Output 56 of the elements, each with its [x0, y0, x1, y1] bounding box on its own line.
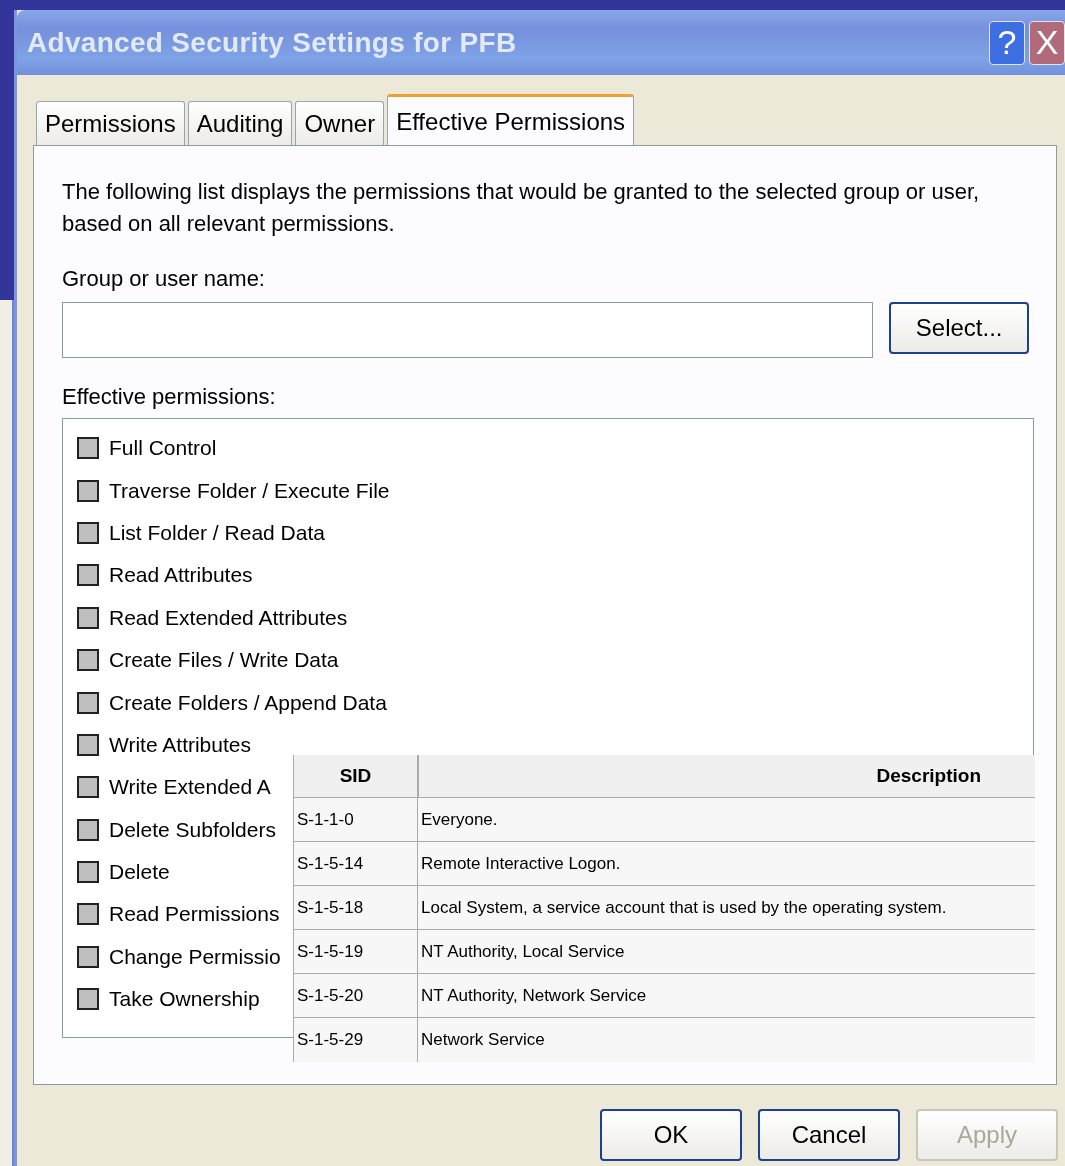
- table-cell: NT Authority, Network Service: [418, 974, 1035, 1018]
- group-label: Group or user name:: [62, 266, 266, 292]
- checkbox[interactable]: [77, 691, 99, 714]
- permission-label: Write Attributes: [109, 732, 251, 757]
- column-header: Description: [418, 755, 1035, 798]
- dialog-button[interactable]: Cancel: [758, 1109, 900, 1161]
- table-cell: Everyone.: [418, 798, 1035, 842]
- table-cell: Remote Interactive Logon.: [418, 842, 1035, 886]
- permission-label: Change Permissio: [109, 944, 281, 969]
- permission-label: Take Ownership: [109, 987, 260, 1012]
- select-button[interactable]: Select...: [889, 302, 1029, 354]
- checkbox[interactable]: [77, 479, 99, 502]
- table-cell: Local System, a service account that is used by the operating system.: [418, 886, 1035, 930]
- column-header: SID: [293, 755, 418, 798]
- table-cell: S-1-5-29: [293, 1018, 418, 1062]
- permission-label: Delete: [109, 860, 170, 885]
- checkbox[interactable]: [77, 564, 99, 587]
- permission-label: Write Extended A: [109, 775, 271, 800]
- checkbox[interactable]: [77, 945, 99, 968]
- permissions-label: Effective permissions:: [62, 384, 277, 410]
- checkbox[interactable]: [77, 988, 99, 1011]
- permission-label: Create Folders / Append Data: [109, 690, 387, 715]
- checkbox[interactable]: [77, 649, 99, 672]
- table-cell: S-1-5-18: [293, 886, 418, 930]
- checkbox[interactable]: [77, 818, 99, 841]
- permission-label: Read Extended Attributes: [109, 605, 348, 630]
- checkbox[interactable]: [77, 776, 99, 799]
- permission-label: Full Control: [109, 436, 217, 461]
- tab[interactable]: Effective Permissions: [387, 94, 635, 146]
- table-cell: NT Authority, Local Service: [418, 930, 1035, 974]
- checkbox[interactable]: [77, 521, 99, 544]
- tab[interactable]: Permissions: [36, 101, 185, 145]
- permission-label: Create Files / Write Data: [109, 648, 339, 673]
- close-button[interactable]: X: [1029, 20, 1065, 65]
- table-cell: S-1-5-19: [293, 930, 418, 974]
- dialog-button[interactable]: OK: [600, 1109, 742, 1161]
- window-title: Advanced Security Settings for PFB: [27, 26, 518, 59]
- tab[interactable]: Auditing: [187, 101, 293, 145]
- permission-label: Read Permissions: [109, 902, 280, 927]
- table-cell: S-1-5-20: [293, 974, 418, 1018]
- table-cell-text: Network Service: [420, 1029, 546, 1051]
- tab[interactable]: Owner: [295, 101, 385, 145]
- description-text: The following list displays the permissions that would be granted to the selected group or user, based on all relevant permissions.: [62, 178, 981, 238]
- checkbox[interactable]: [77, 733, 99, 756]
- permission-label: Read Attributes: [109, 563, 253, 588]
- permission-label: Traverse Folder / Execute File: [109, 478, 390, 503]
- permission-label: List Folder / Read Data: [109, 520, 325, 545]
- checkbox[interactable]: [77, 903, 99, 926]
- checkbox[interactable]: [77, 437, 99, 460]
- table-cell: S-1-1-0: [293, 798, 418, 842]
- checkbox[interactable]: [77, 606, 99, 629]
- help-button[interactable]: ?: [989, 20, 1025, 65]
- permission-label: Delete Subfolders: [109, 817, 276, 842]
- group-name-field[interactable]: [62, 302, 874, 358]
- table-cell: S-1-5-14: [293, 842, 418, 886]
- checkbox[interactable]: [77, 861, 99, 884]
